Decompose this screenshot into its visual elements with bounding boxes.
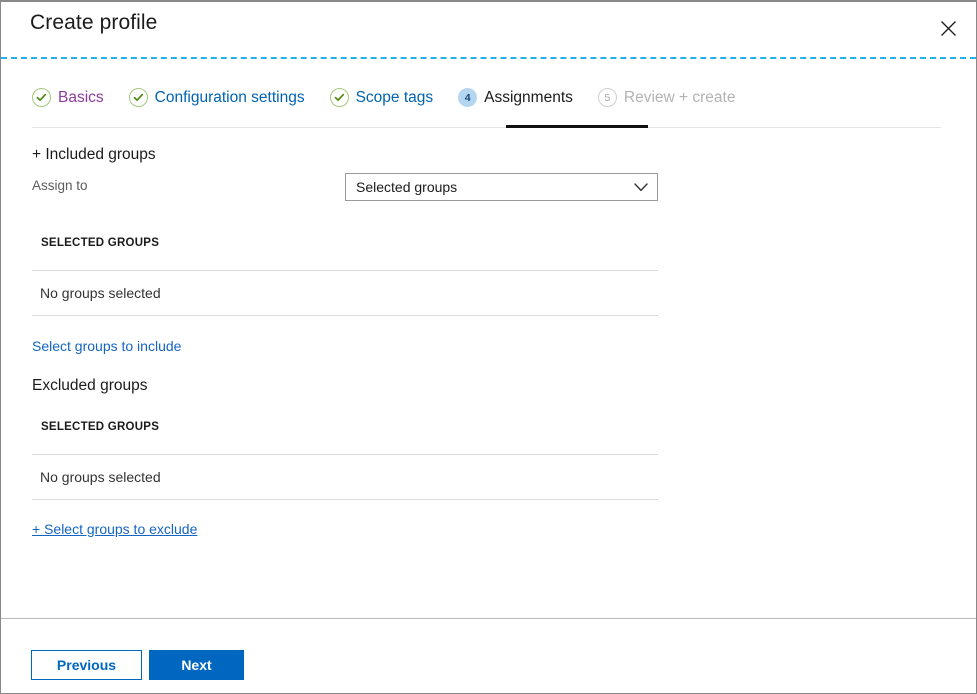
page-title: Create profile [30,11,158,34]
tab-scope-tags[interactable]: Scope tags [329,88,446,116]
step-number-badge: 4 [458,88,478,107]
included-selected-groups-column-header: SELECTED GROUPS [41,237,160,249]
header-divider [1,57,976,59]
tab-label: Configuration settings [154,89,305,106]
check-icon [329,88,349,107]
chevron-down-icon [625,182,657,192]
assign-to-label: Assign to [32,178,88,193]
wizard-tabs: Basics Configuration settings Scope tags… [32,88,760,116]
footer-divider [1,618,976,619]
next-button[interactable]: Next [149,650,244,680]
included-groups-heading: + Included groups [32,146,156,163]
select-groups-to-exclude-link[interactable]: + Select groups to exclude [32,521,197,537]
tab-basics[interactable]: Basics [32,88,116,116]
step-number-badge: 5 [597,88,617,107]
excluded-empty-row: No groups selected [40,469,161,485]
tab-label: Review + create [623,89,736,106]
tab-review-create: 5 Review + create [597,88,748,116]
included-empty-row: No groups selected [40,285,161,301]
included-list-top-divider [32,270,658,271]
select-groups-to-include-link[interactable]: Select groups to include [32,338,181,354]
close-button[interactable] [926,6,970,50]
excluded-selected-groups-column-header: SELECTED GROUPS [41,421,160,433]
assign-to-value: Selected groups [356,179,458,195]
tab-label: Basics [58,89,104,106]
dialog-header: Create profile [1,2,976,59]
excluded-list-top-divider [32,454,658,455]
check-icon [128,88,148,107]
active-tab-indicator [506,125,648,128]
tab-label: Scope tags [355,89,434,106]
create-profile-dialog: Create profile Basics Configuration sett… [0,0,977,694]
tab-assignments[interactable]: 4 Assignments [458,88,585,116]
tab-label: Assignments [484,89,573,106]
tab-configuration-settings[interactable]: Configuration settings [128,88,317,116]
tabs-divider [32,127,941,128]
assign-to-dropdown[interactable]: Selected groups [345,173,658,201]
excluded-groups-heading: Excluded groups [32,377,148,394]
included-list-bottom-divider [32,315,658,316]
excluded-list-bottom-divider [32,499,658,500]
close-icon [940,20,957,37]
check-icon [32,88,51,107]
previous-button[interactable]: Previous [31,650,142,680]
